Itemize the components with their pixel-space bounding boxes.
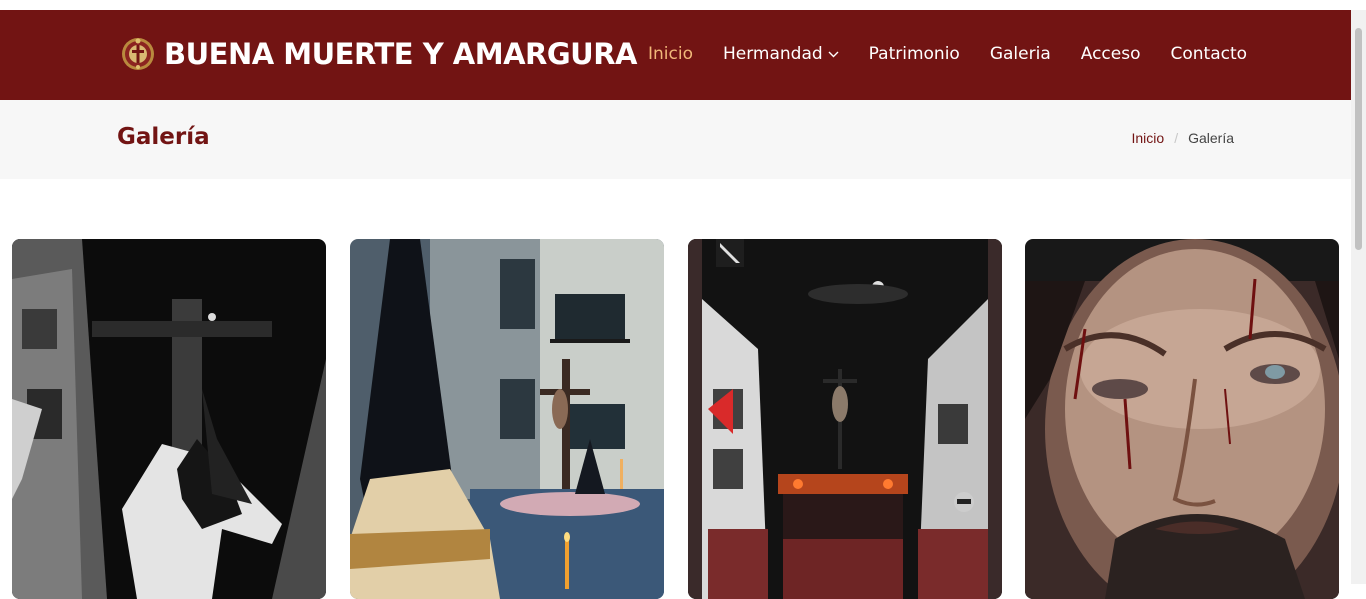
nazarene-carrying-cross-photo [12,239,326,599]
gallery-item-1[interactable] [12,239,326,599]
page-title: Galería [117,124,210,150]
top-edge [0,0,1366,10]
site-header: BUENA MUERTE Y AMARGURA Inicio Hermandad… [0,10,1351,100]
vertical-scrollbar[interactable] [1351,10,1366,584]
breadcrumb-separator: / [1174,130,1179,146]
gallery-item-3[interactable] [688,239,1002,599]
brand-name: BUENA MUERTE Y AMARGURA [164,37,638,71]
brand-link[interactable]: BUENA MUERTE Y AMARGURA [120,36,638,72]
hooded-nazarene-with-crucifix-photo [350,239,664,599]
nav-item-galeria[interactable]: Galeria [990,44,1051,64]
nav-item-hermandad-label: Hermandad [722,44,823,64]
main-nav: Inicio Hermandad Patrimonio Galeria Acce… [648,44,1247,64]
gallery-item-4[interactable] [1025,239,1339,599]
page-header: Galería Inicio / Galería [0,100,1351,179]
breadcrumb: Inicio / Galería [1132,130,1235,146]
nav-item-patrimonio[interactable]: Patrimonio [869,44,960,64]
brotherhood-crest-icon [122,38,154,70]
gallery-item-2[interactable] [350,239,664,599]
nav-item-acceso[interactable]: Acceso [1081,44,1141,64]
night-procession-float-photo [688,239,1002,599]
scrollbar-thumb[interactable] [1355,28,1362,250]
breadcrumb-home[interactable]: Inicio [1132,130,1165,146]
nav-item-hermandad[interactable]: Hermandad [723,44,839,64]
breadcrumb-current: Galería [1188,130,1234,146]
christ-face-closeup-photo [1025,239,1339,599]
nav-item-inicio[interactable]: Inicio [648,44,693,64]
nav-item-contacto[interactable]: Contacto [1170,44,1247,64]
chevron-down-icon [828,51,839,57]
